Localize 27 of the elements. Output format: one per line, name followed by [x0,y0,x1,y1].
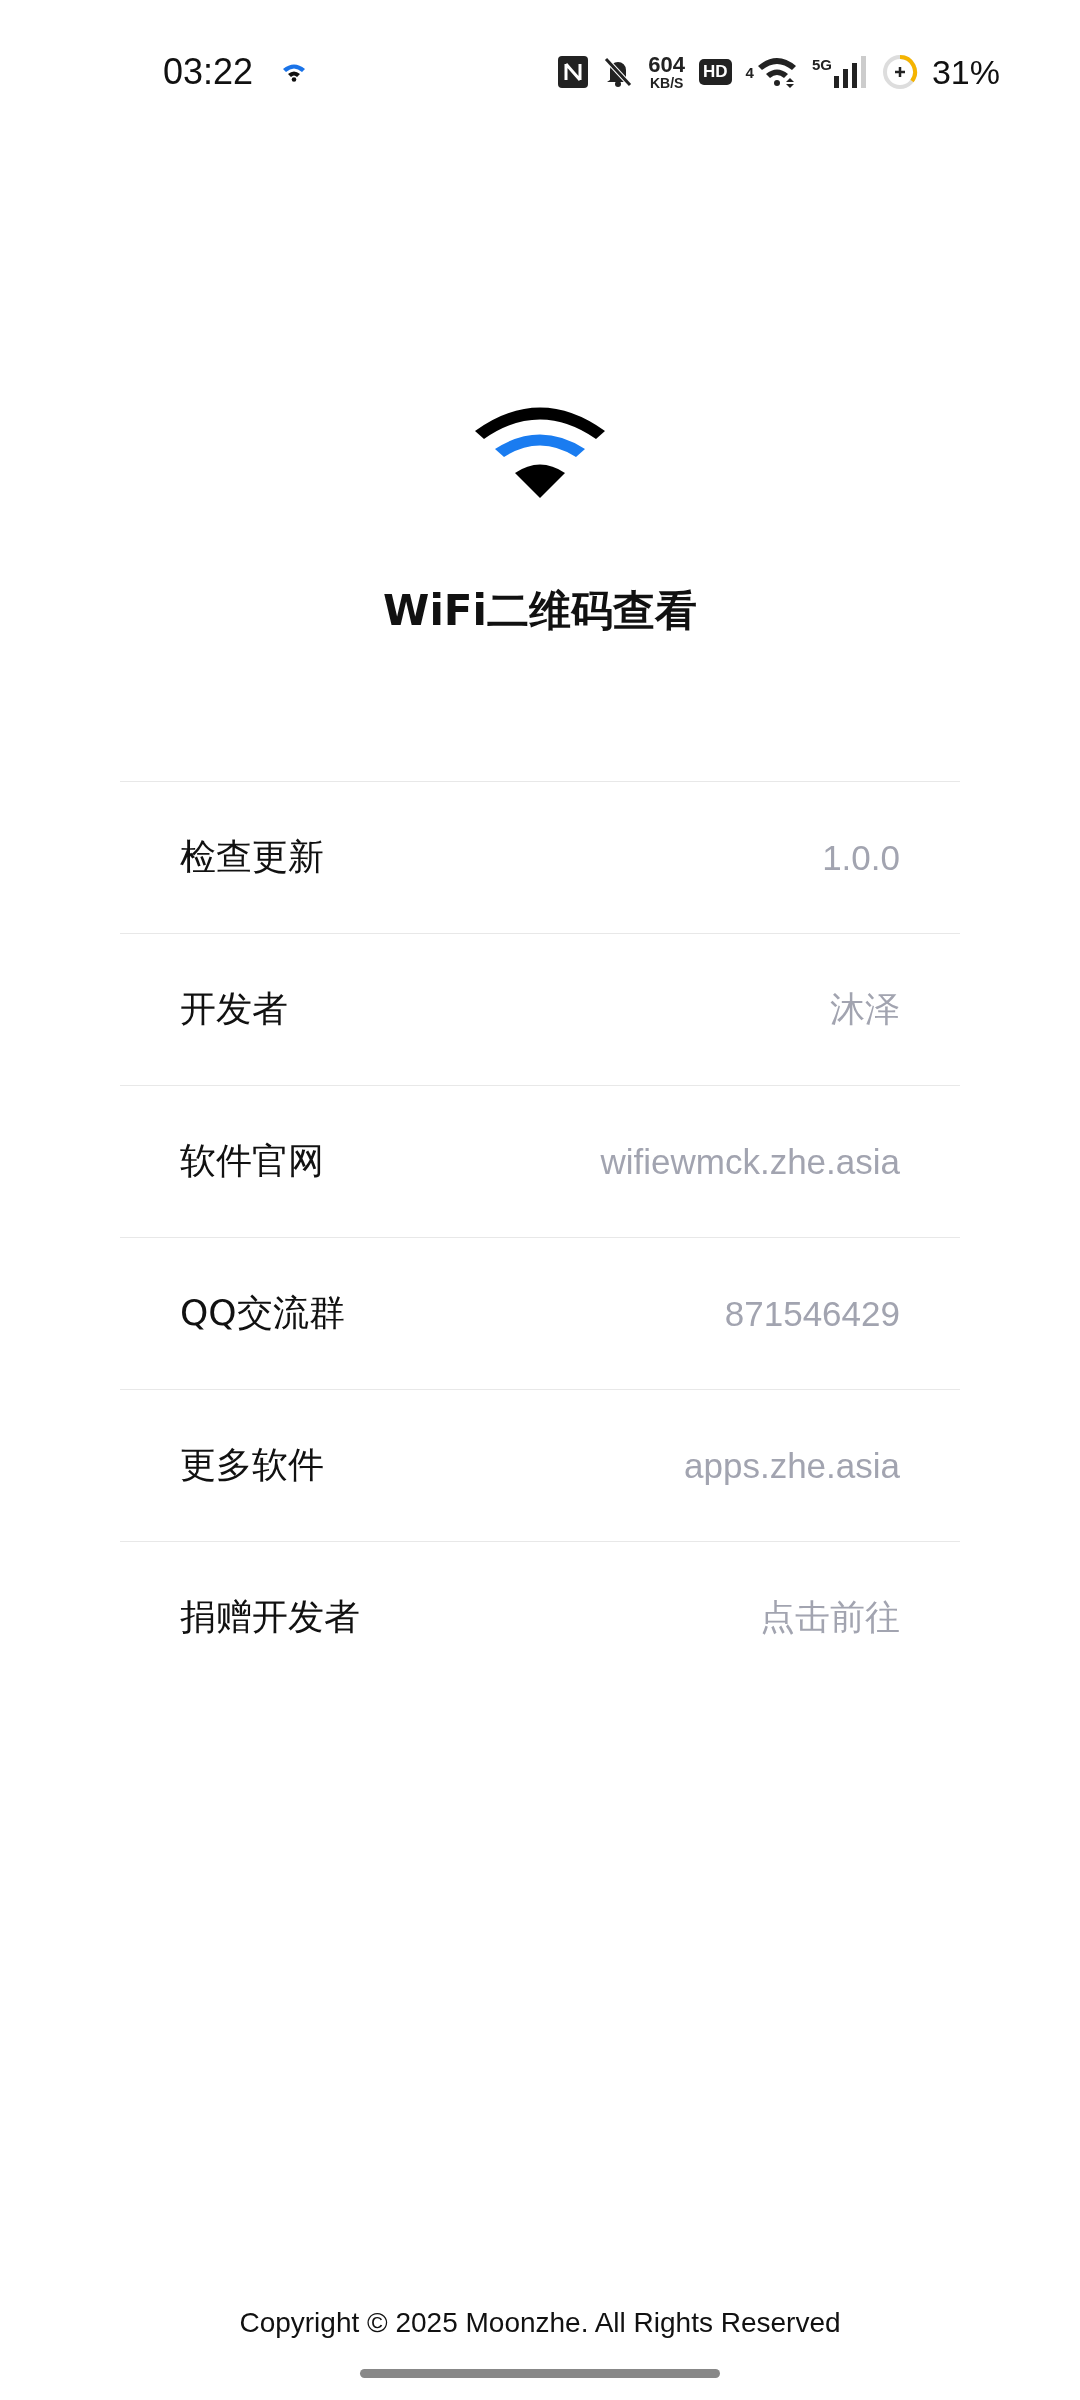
row-label: QQ交流群 [180,1291,345,1335]
wifi-icon [281,62,308,82]
row-value[interactable]: apps.zhe.asia [684,1445,900,1486]
copyright-text: Copyright © 2025 Moonzhe. All Rights Reserved [239,2307,841,2339]
row-label: 开发者 [180,987,288,1031]
home-indicator[interactable] [360,2369,720,2378]
cell-signal-icon [833,56,868,88]
net-speed: 604 [648,54,685,76]
row-value[interactable]: 871546429 [724,1293,900,1334]
row-label: 软件官网 [180,1139,324,1183]
net-unit: KB/S [649,76,684,90]
cell-generation: 5G [811,56,832,73]
app-title: WiFi二维码查看 [383,585,697,637]
battery-level: 31% [931,52,1000,92]
row-value[interactable]: 1.0.0 [822,837,900,878]
row-value[interactable]: wifiewmck.zhe.asia [600,1141,900,1182]
wifi-generation: 4 [745,63,754,81]
row-value[interactable]: 点击前往 [760,1594,900,1641]
row-label: 捐赠开发者 [180,1595,360,1639]
row-value[interactable]: 沐泽 [830,986,900,1033]
battery-icon [881,54,918,90]
status-time: 03:22 [163,51,254,93]
row-label: 更多软件 [180,1443,324,1487]
nfc-icon [558,56,589,88]
hd-badge: HD [699,59,732,85]
wifi-logo-icon [475,406,605,498]
row-label: 检查更新 [180,835,324,879]
